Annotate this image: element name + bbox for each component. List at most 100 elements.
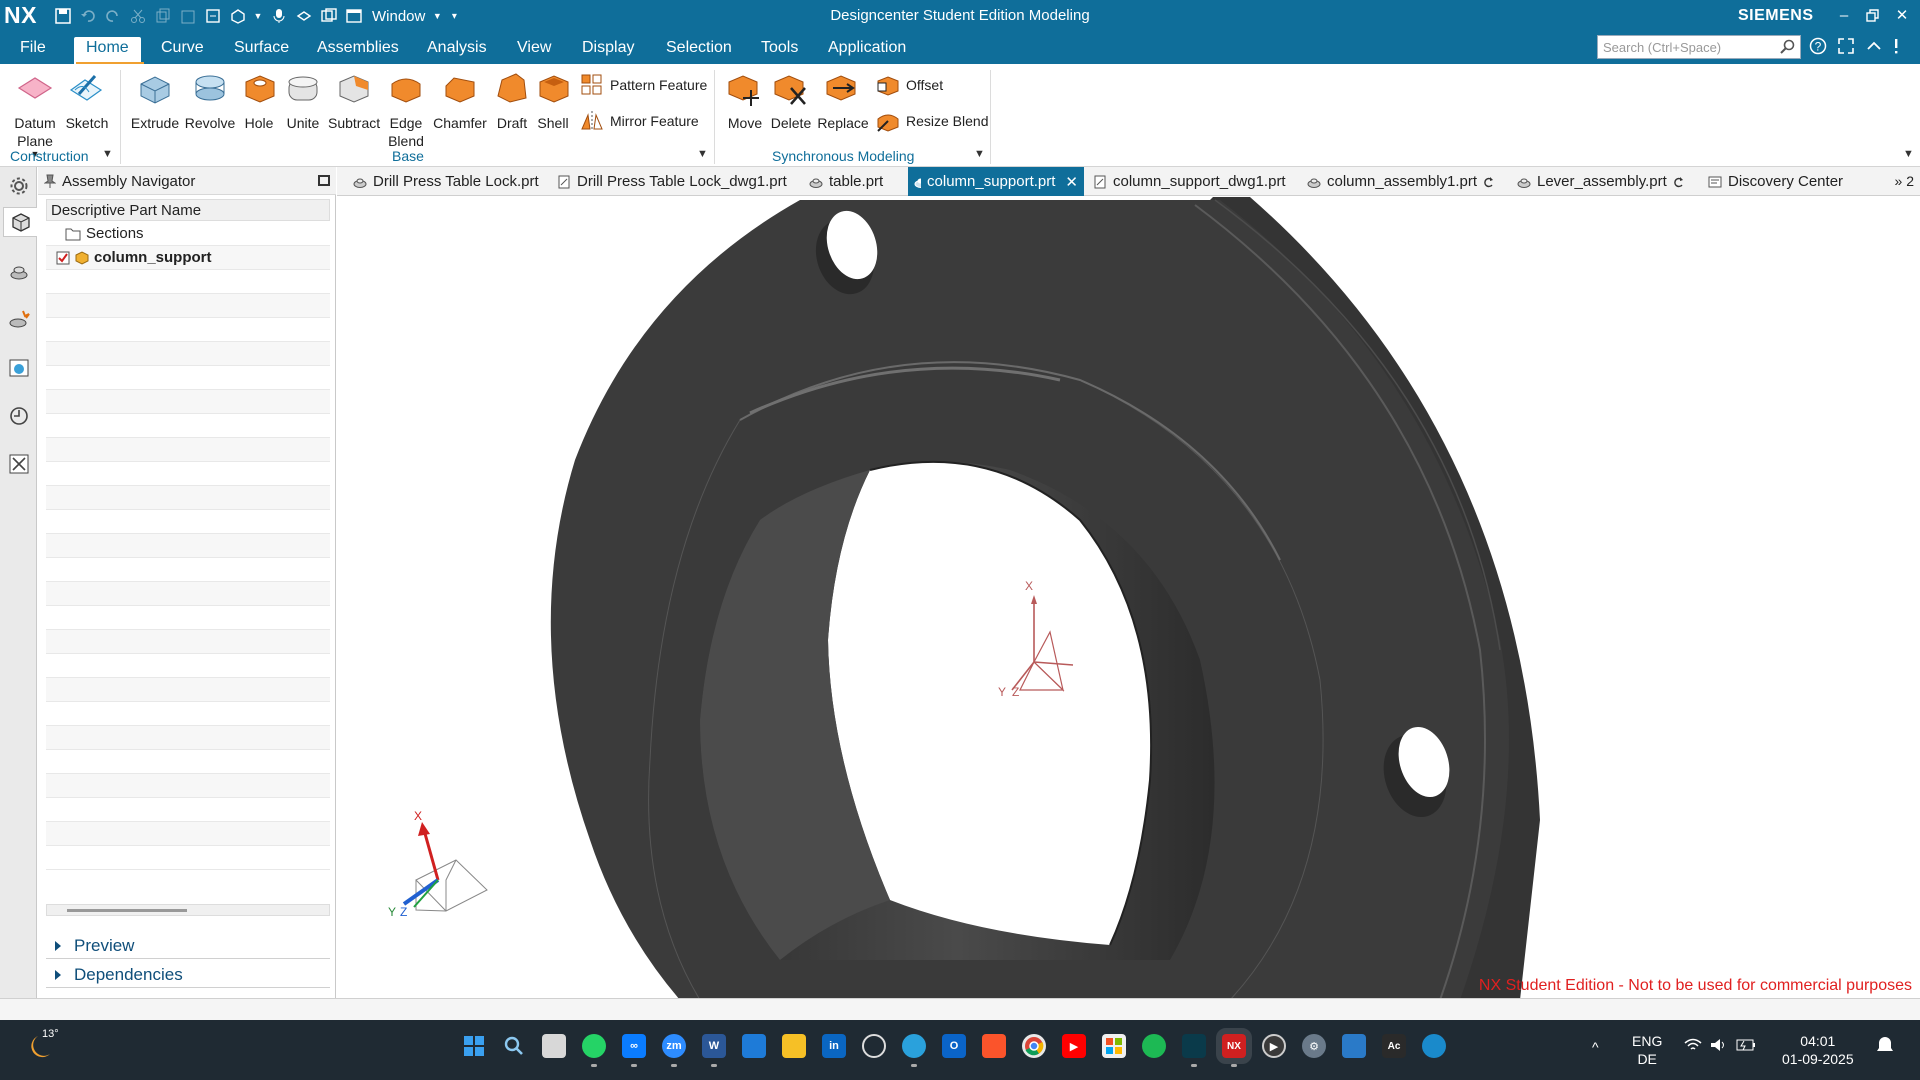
menu-file[interactable]: File (8, 37, 58, 64)
resize-blend-button[interactable]: Resize Blend (876, 108, 989, 134)
restore-icon[interactable] (1860, 4, 1884, 26)
autocad-icon[interactable]: Ac (1382, 1034, 1406, 1058)
tree-row-column-support[interactable]: column_support (46, 246, 330, 270)
web-browser-icon[interactable] (4, 353, 34, 383)
microsoft-store-icon[interactable] (1102, 1034, 1126, 1058)
menu-view[interactable]: View (505, 37, 563, 64)
hole-button[interactable]: Hole (240, 68, 278, 132)
revolve-button[interactable]: Revolve (184, 68, 236, 132)
extrude-button[interactable]: Extrude (130, 68, 180, 132)
pin-icon[interactable] (43, 174, 57, 192)
sync-more-icon[interactable]: ▼ (974, 148, 985, 160)
horizontal-scrollbar[interactable] (46, 904, 330, 916)
weather-widget[interactable]: 13° (28, 1028, 59, 1066)
close-tab-icon[interactable]: ✕ (1065, 173, 1078, 191)
pattern-feature-button[interactable]: Pattern Feature (580, 72, 707, 98)
part-navigator-icon[interactable] (4, 305, 34, 335)
replace-face-button[interactable]: Replace (816, 68, 870, 132)
file-explorer-icon[interactable] (782, 1034, 806, 1058)
preview-panel-toggle[interactable]: Preview (46, 933, 330, 959)
close-icon[interactable]: ✕ (1890, 4, 1914, 26)
settings-gear-icon[interactable] (4, 171, 34, 201)
zoom-icon[interactable]: zm (662, 1034, 686, 1067)
menu-display[interactable]: Display (570, 37, 646, 64)
calendar-icon[interactable] (742, 1034, 766, 1058)
draft-button[interactable]: Draft (492, 68, 532, 132)
subtract-button[interactable]: Subtract (328, 68, 380, 132)
input-language[interactable]: ENG DE (1632, 1032, 1662, 1068)
fullscreen-icon[interactable] (1836, 36, 1858, 58)
menu-analysis[interactable]: Analysis (415, 37, 499, 64)
column-header[interactable]: Descriptive Part Name (46, 199, 330, 221)
checkbox-checked-icon[interactable] (56, 251, 70, 265)
battery-icon[interactable] (1736, 1038, 1756, 1056)
menu-application[interactable]: Application (816, 37, 918, 64)
column-support-part[interactable] (550, 197, 1540, 998)
edge-blend-button[interactable]: Edge Blend (384, 68, 428, 150)
menu-surface[interactable]: Surface (222, 37, 301, 64)
command-search-input[interactable]: Search (Ctrl+Space) (1597, 35, 1801, 59)
help-icon[interactable]: ? (1808, 36, 1830, 58)
tab-column-assembly1[interactable]: column_assembly1.prt (1301, 167, 1500, 196)
search-icon[interactable] (1780, 39, 1796, 59)
nx-taskbar-icon[interactable]: NX (1216, 1028, 1252, 1067)
constraint-navigator-icon[interactable] (4, 257, 34, 287)
telegram-icon[interactable] (902, 1034, 926, 1067)
chrome-icon[interactable] (1022, 1034, 1046, 1058)
brave-icon[interactable] (982, 1034, 1006, 1058)
datum-plane-button[interactable]: Datum Plane ▼ (10, 68, 60, 159)
start-windows-icon[interactable] (462, 1034, 486, 1058)
scrollbar-thumb[interactable] (67, 909, 187, 912)
linkedin-icon[interactable]: in (822, 1034, 846, 1058)
show-hidden-icons[interactable]: ^ (1592, 1038, 1599, 1056)
unite-button[interactable]: Unite (283, 68, 323, 132)
search-icon[interactable] (502, 1034, 526, 1058)
tab-lever-assembly[interactable]: Lever_assembly.prt (1511, 167, 1690, 196)
collapse-ribbon-icon[interactable] (1864, 36, 1886, 58)
mirror-feature-button[interactable]: Mirror Feature (580, 108, 699, 134)
menu-tools[interactable]: Tools (749, 37, 810, 64)
media-player-icon[interactable]: ▶ (1262, 1034, 1286, 1058)
sketch-button[interactable]: Sketch (64, 68, 110, 132)
task-view-icon[interactable] (542, 1034, 566, 1058)
base-more-icon[interactable]: ▼ (697, 148, 708, 160)
chatgpt-icon[interactable] (862, 1034, 886, 1058)
clock[interactable]: 04:01 01-09-2025 (1782, 1032, 1854, 1068)
delete-face-button[interactable]: Delete (768, 68, 814, 132)
chamfer-button[interactable]: Chamfer (432, 68, 488, 132)
more-options-icon[interactable] (1892, 36, 1908, 58)
shell-button[interactable]: Shell (534, 68, 572, 132)
volume-icon[interactable] (1710, 1038, 1728, 1056)
menu-selection[interactable]: Selection (654, 37, 744, 64)
minimize-icon[interactable]: – (1832, 4, 1856, 26)
menu-assemblies[interactable]: Assemblies (305, 37, 411, 64)
ribbon-options-icon[interactable]: ▼ (1903, 148, 1914, 160)
outlook-icon[interactable]: O (942, 1034, 966, 1058)
offset-region-button[interactable]: Offset (876, 72, 943, 98)
tab-overflow-button[interactable]: » 2 (1895, 173, 1914, 189)
photos-icon[interactable] (1342, 1034, 1366, 1058)
reuse-library-icon[interactable] (4, 449, 34, 479)
youtube-icon[interactable]: ▶ (1062, 1034, 1086, 1058)
whatsapp-icon[interactable] (582, 1034, 606, 1067)
menu-curve[interactable]: Curve (149, 37, 216, 64)
graphics-window[interactable]: X Y Z X Y Z NX Student Edition - Not to … (345, 197, 1920, 998)
edge-icon[interactable] (1422, 1034, 1446, 1058)
tab-discovery-center[interactable]: Discovery Center (1702, 167, 1849, 196)
tab-column-support-dwg1[interactable]: column_support_dwg1.prt (1087, 167, 1292, 196)
tab-table[interactable]: table.prt (803, 167, 889, 196)
tree-row-sections[interactable]: Sections (46, 222, 330, 246)
word-icon[interactable]: W (702, 1034, 726, 1067)
meta-icon[interactable]: ∞ (622, 1034, 646, 1067)
assembly-navigator-icon[interactable] (3, 207, 37, 237)
wifi-icon[interactable] (1684, 1038, 1702, 1056)
move-face-button[interactable]: Move (722, 68, 768, 132)
tab-column-support[interactable]: column_support.prt ✕ (908, 167, 1084, 196)
view-triad[interactable]: X Y Z (388, 809, 488, 919)
dependencies-panel-toggle[interactable]: Dependencies (46, 962, 330, 988)
spotify-icon[interactable] (1142, 1034, 1166, 1058)
tab-drill-press-table-lock[interactable]: Drill Press Table Lock.prt (347, 167, 545, 196)
history-clock-icon[interactable] (4, 401, 34, 431)
settings-icon[interactable]: ⚙ (1302, 1034, 1326, 1058)
construction-more-icon[interactable]: ▼ (102, 148, 113, 160)
